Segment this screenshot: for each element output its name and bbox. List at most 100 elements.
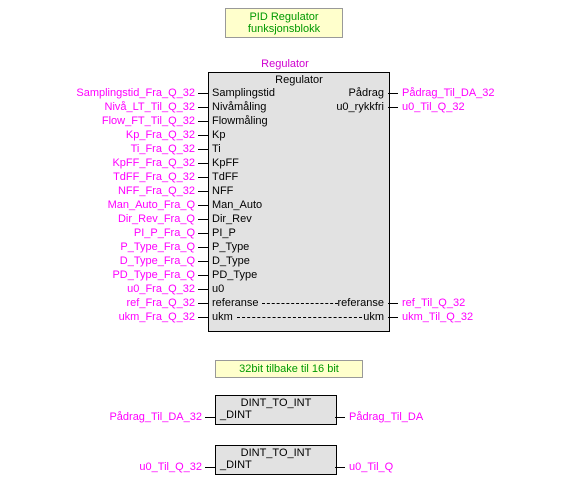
stub	[388, 107, 398, 108]
port-in-12: D_Type	[212, 255, 250, 267]
row-6: TdFF_Fra_Q_32 TdFF	[0, 170, 570, 184]
row-0: Samplingstid_Fra_Q_32 Samplingstid Pådra…	[0, 86, 570, 100]
title-line2: funksjonsblokk	[234, 23, 334, 35]
stub	[198, 107, 208, 108]
ext-in-9: Dir_Rev_Fra_Q	[0, 213, 195, 225]
ext-in-7: NFF_Fra_Q_32	[0, 185, 195, 197]
row-5: KpFF_Fra_Q_32 KpFF	[0, 156, 570, 170]
stub	[198, 121, 208, 122]
ext-in-15: ref_Fra_Q_32	[0, 297, 195, 309]
ext-in-4: Ti_Fra_Q_32	[0, 143, 195, 155]
stub	[388, 317, 398, 318]
port-out-15: referanse	[338, 297, 384, 309]
port-in-4: Ti	[212, 143, 221, 155]
dash	[237, 317, 362, 318]
stub	[198, 317, 208, 318]
stub	[198, 149, 208, 150]
block-type-name: Regulator	[209, 73, 389, 87]
row-9: Dir_Rev_Fra_Q Dir_Rev	[0, 212, 570, 226]
port-in-16: ukm	[212, 311, 233, 323]
ext-in-2: Flow_FT_Til_Q_32	[0, 115, 195, 127]
title-pid: PID Regulator funksjonsblokk	[225, 8, 343, 38]
title-line1: PID Regulator	[234, 11, 334, 23]
port-in-10: PI_P	[212, 227, 236, 239]
row-12: D_Type_Fra_Q D_Type	[0, 254, 570, 268]
ext-in-0: Samplingstid_Fra_Q_32	[0, 87, 195, 99]
stub	[198, 233, 208, 234]
stub	[205, 417, 215, 418]
ext-in-6: TdFF_Fra_Q_32	[0, 171, 195, 183]
stub	[198, 219, 208, 220]
port-in-0: Samplingstid	[212, 87, 275, 99]
stub	[198, 135, 208, 136]
ext-out-1: u0_Til_Q_32	[402, 101, 465, 113]
row-1: Nivå_LT_Til_Q_32 Nivåmåling u0_rykkfri u…	[0, 100, 570, 114]
title2-text: 32bit tilbake til 16 bit	[239, 363, 339, 375]
port-in-13: PD_Type	[212, 269, 257, 281]
fb-instance-label: Regulator	[0, 58, 570, 70]
row-14: u0_Fra_Q_32 u0	[0, 282, 570, 296]
row-3: Kp_Fra_Q_32 Kp	[0, 128, 570, 142]
stub	[335, 417, 345, 418]
row-8: Man_Auto_Fra_Q Man_Auto	[0, 198, 570, 212]
ext-in-14: u0_Fra_Q_32	[0, 283, 195, 295]
port-in-3: Kp	[212, 129, 225, 141]
conv-ext-out-0: Pådrag_Til_DA	[349, 411, 423, 423]
ext-in-16: ukm_Fra_Q_32	[0, 311, 195, 323]
port-in-9: Dir_Rev	[212, 213, 252, 225]
port-in-8: Man_Auto	[212, 199, 262, 211]
port-in-11: P_Type	[212, 241, 249, 253]
stub	[198, 247, 208, 248]
conv-top-0: DINT_TO_INT	[216, 396, 336, 409]
conv-row-0: Pådrag_Til_DA_32 Pådrag_Til_DA	[0, 410, 570, 424]
stub	[198, 177, 208, 178]
ext-in-11: P_Type_Fra_Q	[0, 241, 195, 253]
stub	[388, 303, 398, 304]
stub	[198, 303, 208, 304]
row-10: PI_P_Fra_Q PI_P	[0, 226, 570, 240]
ext-in-1: Nivå_LT_Til_Q_32	[0, 101, 195, 113]
port-in-5: KpFF	[212, 157, 239, 169]
port-out-0: Pådrag	[349, 87, 384, 99]
stub	[198, 163, 208, 164]
row-7: NFF_Fra_Q_32 NFF	[0, 184, 570, 198]
row-4: Ti_Fra_Q_32 Ti	[0, 142, 570, 156]
row-15: ref_Fra_Q_32 referanse referanse ref_Til…	[0, 296, 570, 310]
port-in-14: u0	[212, 283, 224, 295]
port-out-1: u0_rykkfri	[336, 101, 384, 113]
stub	[198, 289, 208, 290]
stub	[198, 205, 208, 206]
port-in-7: NFF	[212, 185, 233, 197]
conv-top-1: DINT_TO_INT	[216, 446, 336, 459]
dash	[262, 303, 338, 304]
port-out-16: ukm	[363, 311, 384, 323]
conv-row-1: u0_Til_Q_32 u0_Til_Q	[0, 460, 570, 474]
row-11: P_Type_Fra_Q P_Type	[0, 240, 570, 254]
port-in-15: referanse	[212, 297, 258, 309]
ext-in-3: Kp_Fra_Q_32	[0, 129, 195, 141]
conv-ext-out-1: u0_Til_Q	[349, 461, 393, 473]
port-in-6: TdFF	[212, 171, 238, 183]
stub	[198, 191, 208, 192]
conv-ext-in-0: Pådrag_Til_DA_32	[0, 411, 202, 423]
ext-in-5: KpFF_Fra_Q_32	[0, 157, 195, 169]
stub	[198, 93, 208, 94]
ext-out-0: Pådrag_Til_DA_32	[402, 87, 495, 99]
title-32bit: 32bit tilbake til 16 bit	[215, 360, 363, 378]
row-16: ukm_Fra_Q_32 ukm ukm ukm_Til_Q_32	[0, 310, 570, 324]
row-2: Flow_FT_Til_Q_32 Flowmåling	[0, 114, 570, 128]
port-in-1: Nivåmåling	[212, 101, 266, 113]
stub	[388, 93, 398, 94]
stub	[205, 467, 215, 468]
port-in-2: Flowmåling	[212, 115, 268, 127]
ext-out-15: ref_Til_Q_32	[402, 297, 465, 309]
ext-in-12: D_Type_Fra_Q	[0, 255, 195, 267]
ext-in-8: Man_Auto_Fra_Q	[0, 199, 195, 211]
stub	[198, 275, 208, 276]
stub	[198, 261, 208, 262]
stub	[335, 467, 345, 468]
ext-out-16: ukm_Til_Q_32	[402, 311, 473, 323]
ext-in-10: PI_P_Fra_Q	[0, 227, 195, 239]
row-13: PD_Type_Fra_Q PD_Type	[0, 268, 570, 282]
ext-in-13: PD_Type_Fra_Q	[0, 269, 195, 281]
